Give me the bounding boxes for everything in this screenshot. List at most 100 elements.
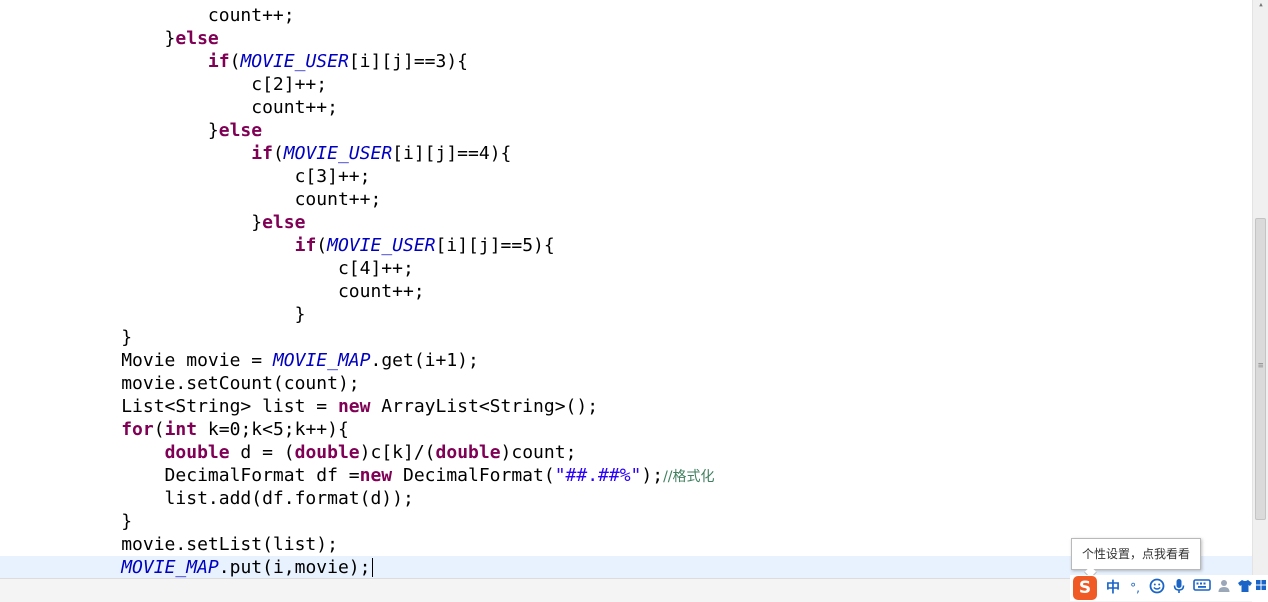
- code-token: MOVIE_USER: [240, 51, 349, 72]
- code-line: }: [2, 326, 132, 349]
- code-token: )c[k]/(: [359, 442, 436, 463]
- code-token: [i][j]==4){: [392, 143, 512, 164]
- code-token: MOVIE_MAP: [121, 557, 219, 578]
- code-line: }: [2, 303, 306, 326]
- code-token: MOVIE_USER: [327, 235, 436, 256]
- shirt-icon[interactable]: [1236, 578, 1254, 598]
- code-token: c[3]++;: [2, 166, 371, 187]
- grid-icon[interactable]: [1254, 578, 1268, 598]
- code-token: Movie movie =: [2, 350, 273, 371]
- code-token: }: [2, 304, 306, 325]
- code-line: double d = (double)c[k]/(double)count;: [2, 441, 577, 464]
- code-line: movie.setList(list);: [2, 533, 338, 556]
- code-token: double: [435, 442, 501, 463]
- code-token: )count;: [500, 442, 577, 463]
- code-line: }else: [2, 119, 262, 142]
- code-editor[interactable]: count++; }else if(MOVIE_USER[i][j]==3){ …: [0, 0, 1252, 578]
- code-token: int: [164, 419, 198, 440]
- code-token: for: [121, 419, 154, 440]
- code-line: c[3]++;: [2, 165, 371, 188]
- code-line: list.add(df.format(d));: [2, 487, 414, 510]
- code-token: (: [272, 143, 284, 164]
- code-token: if: [207, 51, 230, 72]
- code-token: }: [2, 511, 133, 532]
- code-token: count++;: [2, 5, 295, 26]
- code-line: Movie movie = MOVIE_MAP.get(i+1);: [2, 349, 479, 372]
- microphone-icon[interactable]: [1170, 578, 1188, 598]
- tooltip-text: 个性设置，点我看看: [1081, 547, 1190, 561]
- code-line: List<String> list = new ArrayList<String…: [2, 395, 598, 418]
- code-token: else: [218, 120, 263, 141]
- code-token: //格式化: [663, 469, 715, 485]
- ime-punct-button[interactable]: °,: [1126, 578, 1144, 598]
- code-token: (: [153, 419, 165, 440]
- ime-toolbar[interactable]: S 中 °,: [1070, 575, 1268, 601]
- code-token: c[2]++;: [2, 74, 328, 95]
- code-token: MOVIE_USER: [283, 143, 393, 164]
- code-token: else: [262, 212, 306, 233]
- code-token: count++;: [2, 189, 382, 210]
- scroll-up-arrow-icon[interactable]: ▴: [1256, 0, 1266, 14]
- code-token: else: [175, 28, 219, 49]
- vertical-scrollbar[interactable]: ▴ ≡: [1252, 0, 1268, 578]
- code-line: if(MOVIE_USER[i][j]==5){: [2, 234, 555, 257]
- code-token: .put(i,movie);: [218, 557, 371, 578]
- grip-icon: ≡: [1258, 361, 1264, 371]
- code-line: c[4]++;: [2, 257, 414, 280]
- code-line: if(MOVIE_USER[i][j]==3){: [2, 50, 468, 73]
- code-token: k=0;k<5;k++){: [197, 419, 349, 440]
- code-token: );: [641, 465, 664, 486]
- code-token: }: [2, 212, 263, 233]
- code-token: "##.##%": [554, 465, 642, 486]
- code-token: count++;: [2, 97, 338, 118]
- user-icon[interactable]: [1216, 578, 1234, 598]
- keyboard-icon[interactable]: [1192, 578, 1212, 598]
- code-token: MOVIE_MAP: [272, 350, 371, 371]
- ime-tooltip: 个性设置，点我看看: [1071, 538, 1201, 570]
- code-token: new: [337, 396, 371, 417]
- code-line: DecimalFormat df =new DecimalFormat("##.…: [2, 464, 715, 487]
- code-line: }else: [2, 211, 305, 234]
- code-token: d = (: [229, 442, 295, 463]
- code-line: count++;: [2, 96, 338, 119]
- horizontal-scrollbar[interactable]: [0, 578, 1252, 602]
- code-token: }: [2, 120, 219, 141]
- ime-mode-button[interactable]: 中: [1104, 578, 1122, 598]
- code-token: if: [294, 235, 317, 256]
- code-token: DecimalFormat(: [392, 465, 555, 486]
- code-line: count++;: [2, 188, 382, 211]
- code-line: count++;: [2, 280, 425, 303]
- code-line: if(MOVIE_USER[i][j]==4){: [2, 142, 511, 165]
- code-token: DecimalFormat df =: [2, 465, 360, 486]
- code-line: }else: [2, 27, 219, 50]
- code-token: double: [164, 442, 230, 463]
- code-token: }: [2, 327, 133, 348]
- code-line: MOVIE_MAP.put(i,movie);: [2, 556, 370, 578]
- code-token: if: [251, 143, 273, 164]
- smiley-icon[interactable]: [1148, 578, 1166, 598]
- scrollbar-thumb[interactable]: ≡: [1255, 218, 1266, 520]
- code-token: (: [229, 51, 241, 72]
- code-token: .get(i+1);: [370, 350, 479, 371]
- code-token: List<String> list =: [2, 396, 338, 417]
- code-token: [i][j]==5){: [435, 235, 555, 256]
- code-line: }: [2, 510, 132, 533]
- code-token: ArrayList<String>();: [370, 396, 599, 417]
- code-line: count++;: [2, 4, 295, 27]
- code-token: movie.setCount(count);: [2, 373, 360, 394]
- code-token: new: [359, 465, 393, 486]
- code-token: c[4]++;: [2, 258, 414, 279]
- code-token: list.add(df.format(d));: [2, 488, 414, 509]
- code-line: movie.setCount(count);: [2, 372, 360, 395]
- sogou-logo-icon[interactable]: S: [1073, 576, 1097, 600]
- code-token: }: [2, 28, 176, 49]
- text-caret: [372, 558, 374, 577]
- code-token: double: [294, 442, 360, 463]
- code-token: count++;: [2, 281, 425, 302]
- code-token: movie.setList(list);: [2, 534, 338, 555]
